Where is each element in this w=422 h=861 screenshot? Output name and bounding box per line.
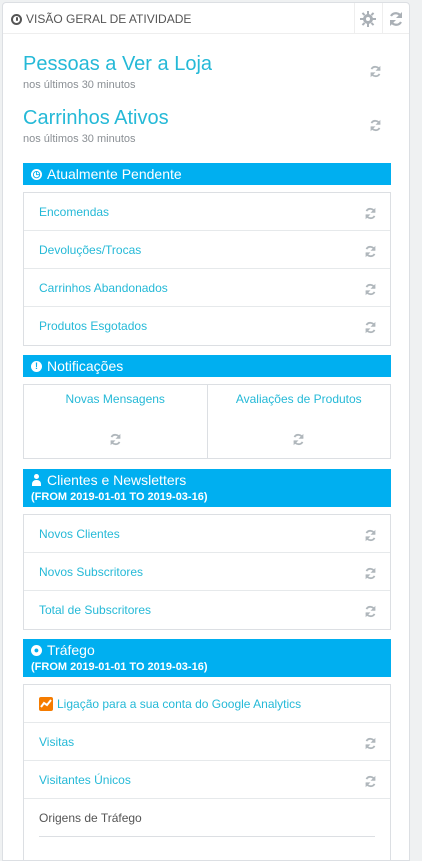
traffic-section-header: ● Tráfego (FROM 2019-01-01 TO 2019-03-16… [23,639,391,677]
exclamation-icon: ! [31,360,42,372]
metric-active-carts: Carrinhos Ativos nos últimos 30 minutos [23,107,409,145]
divider [39,836,375,837]
clock-icon: ◷ [31,168,42,180]
list-item-total-subscribers[interactable]: Total de Subscritores [24,591,390,629]
panel-title-text: VISÃO GERAL DE ATIVIDADE [26,12,192,26]
loading-spinner-icon [291,431,307,447]
panel-header: VISÃO GERAL DE ATIVIDADE [3,3,409,34]
list-item-label: Encomendas [39,204,110,219]
globe-icon: ● [31,644,42,656]
list-item-label: Devoluções/Trocas [39,242,142,257]
loading-spinner-icon [362,527,378,543]
notification-label: Novas Mensagens [65,392,165,406]
list-item-new-customers[interactable]: Novos Clientes [24,515,390,553]
user-icon [31,474,42,486]
list-item-label: Total de Subscritores [39,603,152,617]
date-range: (FROM 2019-01-01 TO 2019-03-16) [31,491,208,503]
scrollbar[interactable] [412,0,422,861]
pending-section-header: ◷ Atualmente Pendente [23,163,391,185]
notification-label: Avaliações de Produtos [235,392,362,406]
list-item-label: Novos Clientes [39,526,120,541]
metric-title[interactable]: Carrinhos Ativos [23,107,409,129]
traffic-sources-label: Origens de Tráfego [39,811,142,825]
loading-spinner-icon [362,565,378,581]
customers-list: Novos Clientes Novos Subscritores Total … [23,514,391,630]
list-item-abandoned-carts[interactable]: Carrinhos Abandonados [24,269,390,307]
refresh-button[interactable] [382,3,409,34]
loading-spinner-icon [362,243,378,259]
analytics-link-label: Ligação para a sua conta do Google Analy… [57,696,302,711]
notifications-section-header: ! Notificações [23,355,391,377]
metric-subtitle: nos últimos 30 minutos [23,133,136,145]
list-item-new-subscribers[interactable]: Novos Subscritores [24,553,390,591]
date-range: (FROM 2019-01-01 TO 2019-03-16) [31,661,208,673]
loading-spinner-icon [362,281,378,297]
pending-list: Encomendas Devoluções/Trocas Carrinhos A… [23,192,391,346]
gear-icon [360,10,376,27]
metric-online-visitors: Pessoas a Ver a Loja nos últimos 30 minu… [23,53,409,91]
notification-product-reviews[interactable]: Avaliações de Produtos [206,385,391,458]
panel-title: VISÃO GERAL DE ATIVIDADE [11,12,191,26]
list-item-unique-visitors[interactable]: Visitantes Únicos [24,761,390,799]
list-item-returns[interactable]: Devoluções/Trocas [24,231,390,269]
traffic-list: Ligação para a sua conta do Google Analy… [23,684,391,860]
list-item-visits[interactable]: Visitas [24,723,390,761]
section-title: Atualmente Pendente [47,166,182,182]
list-item-label: Carrinhos Abandonados [39,280,168,295]
list-item-orders[interactable]: Encomendas [24,193,390,231]
configure-button[interactable] [354,3,381,34]
list-item-label: Novos Subscritores [39,564,144,579]
loading-spinner-icon [367,63,383,79]
refresh-icon [389,11,403,26]
metric-subtitle: nos últimos 30 minutos [23,79,136,91]
section-title: Tráfego [47,642,95,658]
loading-spinner-icon [362,319,378,335]
loading-spinner-icon [107,431,123,447]
list-item-out-of-stock[interactable]: Produtos Esgotados [24,307,390,345]
notification-new-messages[interactable]: Novas Mensagens [24,385,207,458]
list-item-label: Visitantes Únicos [39,772,131,787]
list-item-label: Visitas [39,734,75,749]
loading-spinner-icon [362,603,378,619]
loading-spinner-icon [362,735,378,751]
loading-spinner-icon [367,117,383,133]
section-title: Clientes e Newsletters [47,472,187,488]
customers-section-header: Clientes e Newsletters (FROM 2019-01-01 … [23,469,391,507]
loading-spinner-icon [362,773,378,789]
list-item-label: Produtos Esgotados [39,319,148,333]
metric-title[interactable]: Pessoas a Ver a Loja [23,53,409,75]
analytics-chart-icon [39,696,53,711]
section-title: Notificações [47,358,124,374]
clock-icon [11,13,22,25]
traffic-sources: Origens de Tráfego [24,799,390,837]
loading-spinner-icon [362,205,378,221]
google-analytics-link[interactable]: Ligação para a sua conta do Google Analy… [24,685,390,723]
activity-overview-panel: VISÃO GERAL DE ATIVIDADE Pessoas a Ver a… [2,2,410,861]
notifications-grid: Novas Mensagens Avaliações de Produtos [23,384,391,459]
